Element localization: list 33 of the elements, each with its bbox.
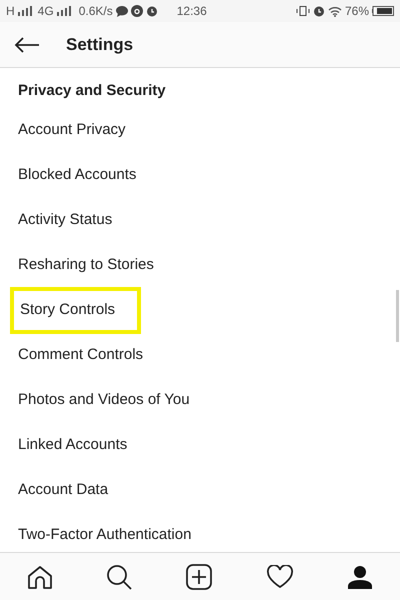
search-icon[interactable] <box>106 564 132 590</box>
battery-percent: 76% <box>344 3 369 20</box>
app-notification-icon <box>130 5 143 17</box>
network-speed: 0.6K/s <box>78 3 113 20</box>
network-type: 4G <box>38 3 54 20</box>
settings-item[interactable]: Resharing to Stories <box>10 246 162 285</box>
settings-item[interactable]: Linked Accounts <box>10 426 136 465</box>
home-icon[interactable] <box>26 564 53 588</box>
profile-icon[interactable] <box>347 564 374 588</box>
settings-item[interactable]: Story Controls <box>10 287 142 334</box>
vibrate-icon <box>296 6 310 16</box>
settings-item[interactable]: Activity Status <box>10 201 120 240</box>
heart-icon[interactable] <box>266 564 294 588</box>
settings-item[interactable]: Account Data <box>10 471 116 510</box>
chat-bubble-icon <box>116 6 128 16</box>
battery-icon <box>372 6 394 16</box>
section-heading: Privacy and Security <box>18 80 166 100</box>
settings-item[interactable]: Blocked Accounts <box>10 156 144 195</box>
alarm-clock-icon <box>312 5 325 17</box>
alarm-clock-icon <box>146 5 158 17</box>
scrollbar <box>396 290 399 342</box>
clock-time: 12:36 <box>176 3 207 20</box>
settings-item[interactable]: Comment Controls <box>10 336 152 375</box>
signal-icon <box>18 6 32 16</box>
add-post-icon[interactable] <box>186 564 212 590</box>
signal-icon <box>56 6 71 16</box>
back-arrow-icon[interactable] <box>14 36 40 52</box>
network-type: H <box>6 3 15 20</box>
settings-item[interactable]: Photos and Videos of You <box>10 381 198 420</box>
wifi-icon <box>328 6 342 16</box>
settings-item[interactable]: Account Privacy <box>10 111 134 150</box>
page-title: Settings <box>66 34 134 56</box>
settings-item[interactable]: Two-Factor Authentication <box>10 516 200 552</box>
